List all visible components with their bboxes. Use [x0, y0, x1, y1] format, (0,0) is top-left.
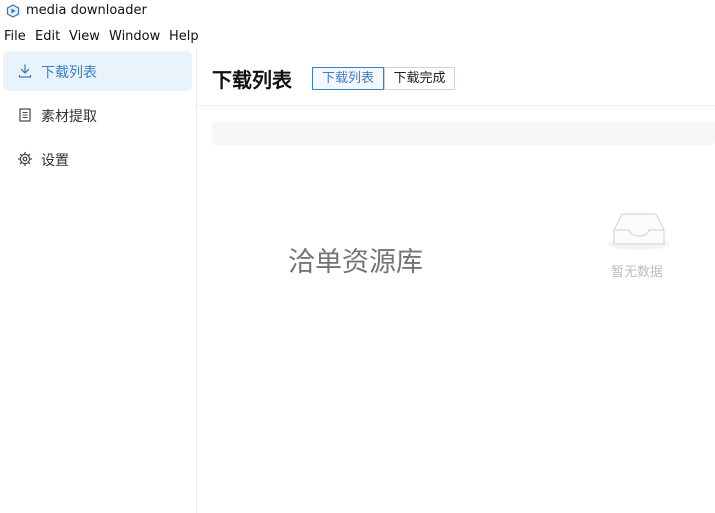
tab-download-complete[interactable]: 下载完成 — [384, 67, 455, 90]
menu-edit[interactable]: Edit — [35, 29, 60, 44]
watermark-text: 洽单资源库 — [288, 247, 423, 278]
menu-help[interactable]: Help — [169, 29, 199, 44]
sidebar-item-label: 下载列表 — [41, 65, 97, 81]
table-header — [212, 121, 715, 145]
sidebar-item-settings[interactable]: 设置 — [3, 139, 192, 179]
title-bar: media downloader — [0, 0, 715, 22]
gear-icon — [17, 151, 33, 167]
window-title: media downloader — [26, 3, 147, 18]
download-icon — [18, 64, 32, 78]
menu-bar: File Edit View Window Help — [0, 27, 715, 47]
menu-window[interactable]: Window — [109, 29, 160, 44]
header-divider — [197, 105, 715, 106]
page-title: 下载列表 — [212, 68, 292, 92]
menu-view[interactable]: View — [69, 29, 100, 44]
sidebar-item-material-extract[interactable]: 素材提取 — [3, 95, 192, 135]
empty-state-text: 暂无数据 — [611, 265, 664, 280]
tab-download-list[interactable]: 下载列表 — [312, 67, 384, 90]
menu-file[interactable]: File — [4, 29, 26, 44]
sidebar-item-download-list[interactable]: 下载列表 — [3, 51, 192, 91]
app-logo-icon — [6, 4, 20, 18]
sidebar: 下载列表 素材提取 设置 — [0, 48, 197, 513]
sidebar-item-label: 素材提取 — [41, 109, 97, 125]
document-list-icon — [19, 108, 31, 122]
empty-inbox-icon — [608, 213, 670, 250]
sidebar-item-label: 设置 — [41, 153, 69, 169]
